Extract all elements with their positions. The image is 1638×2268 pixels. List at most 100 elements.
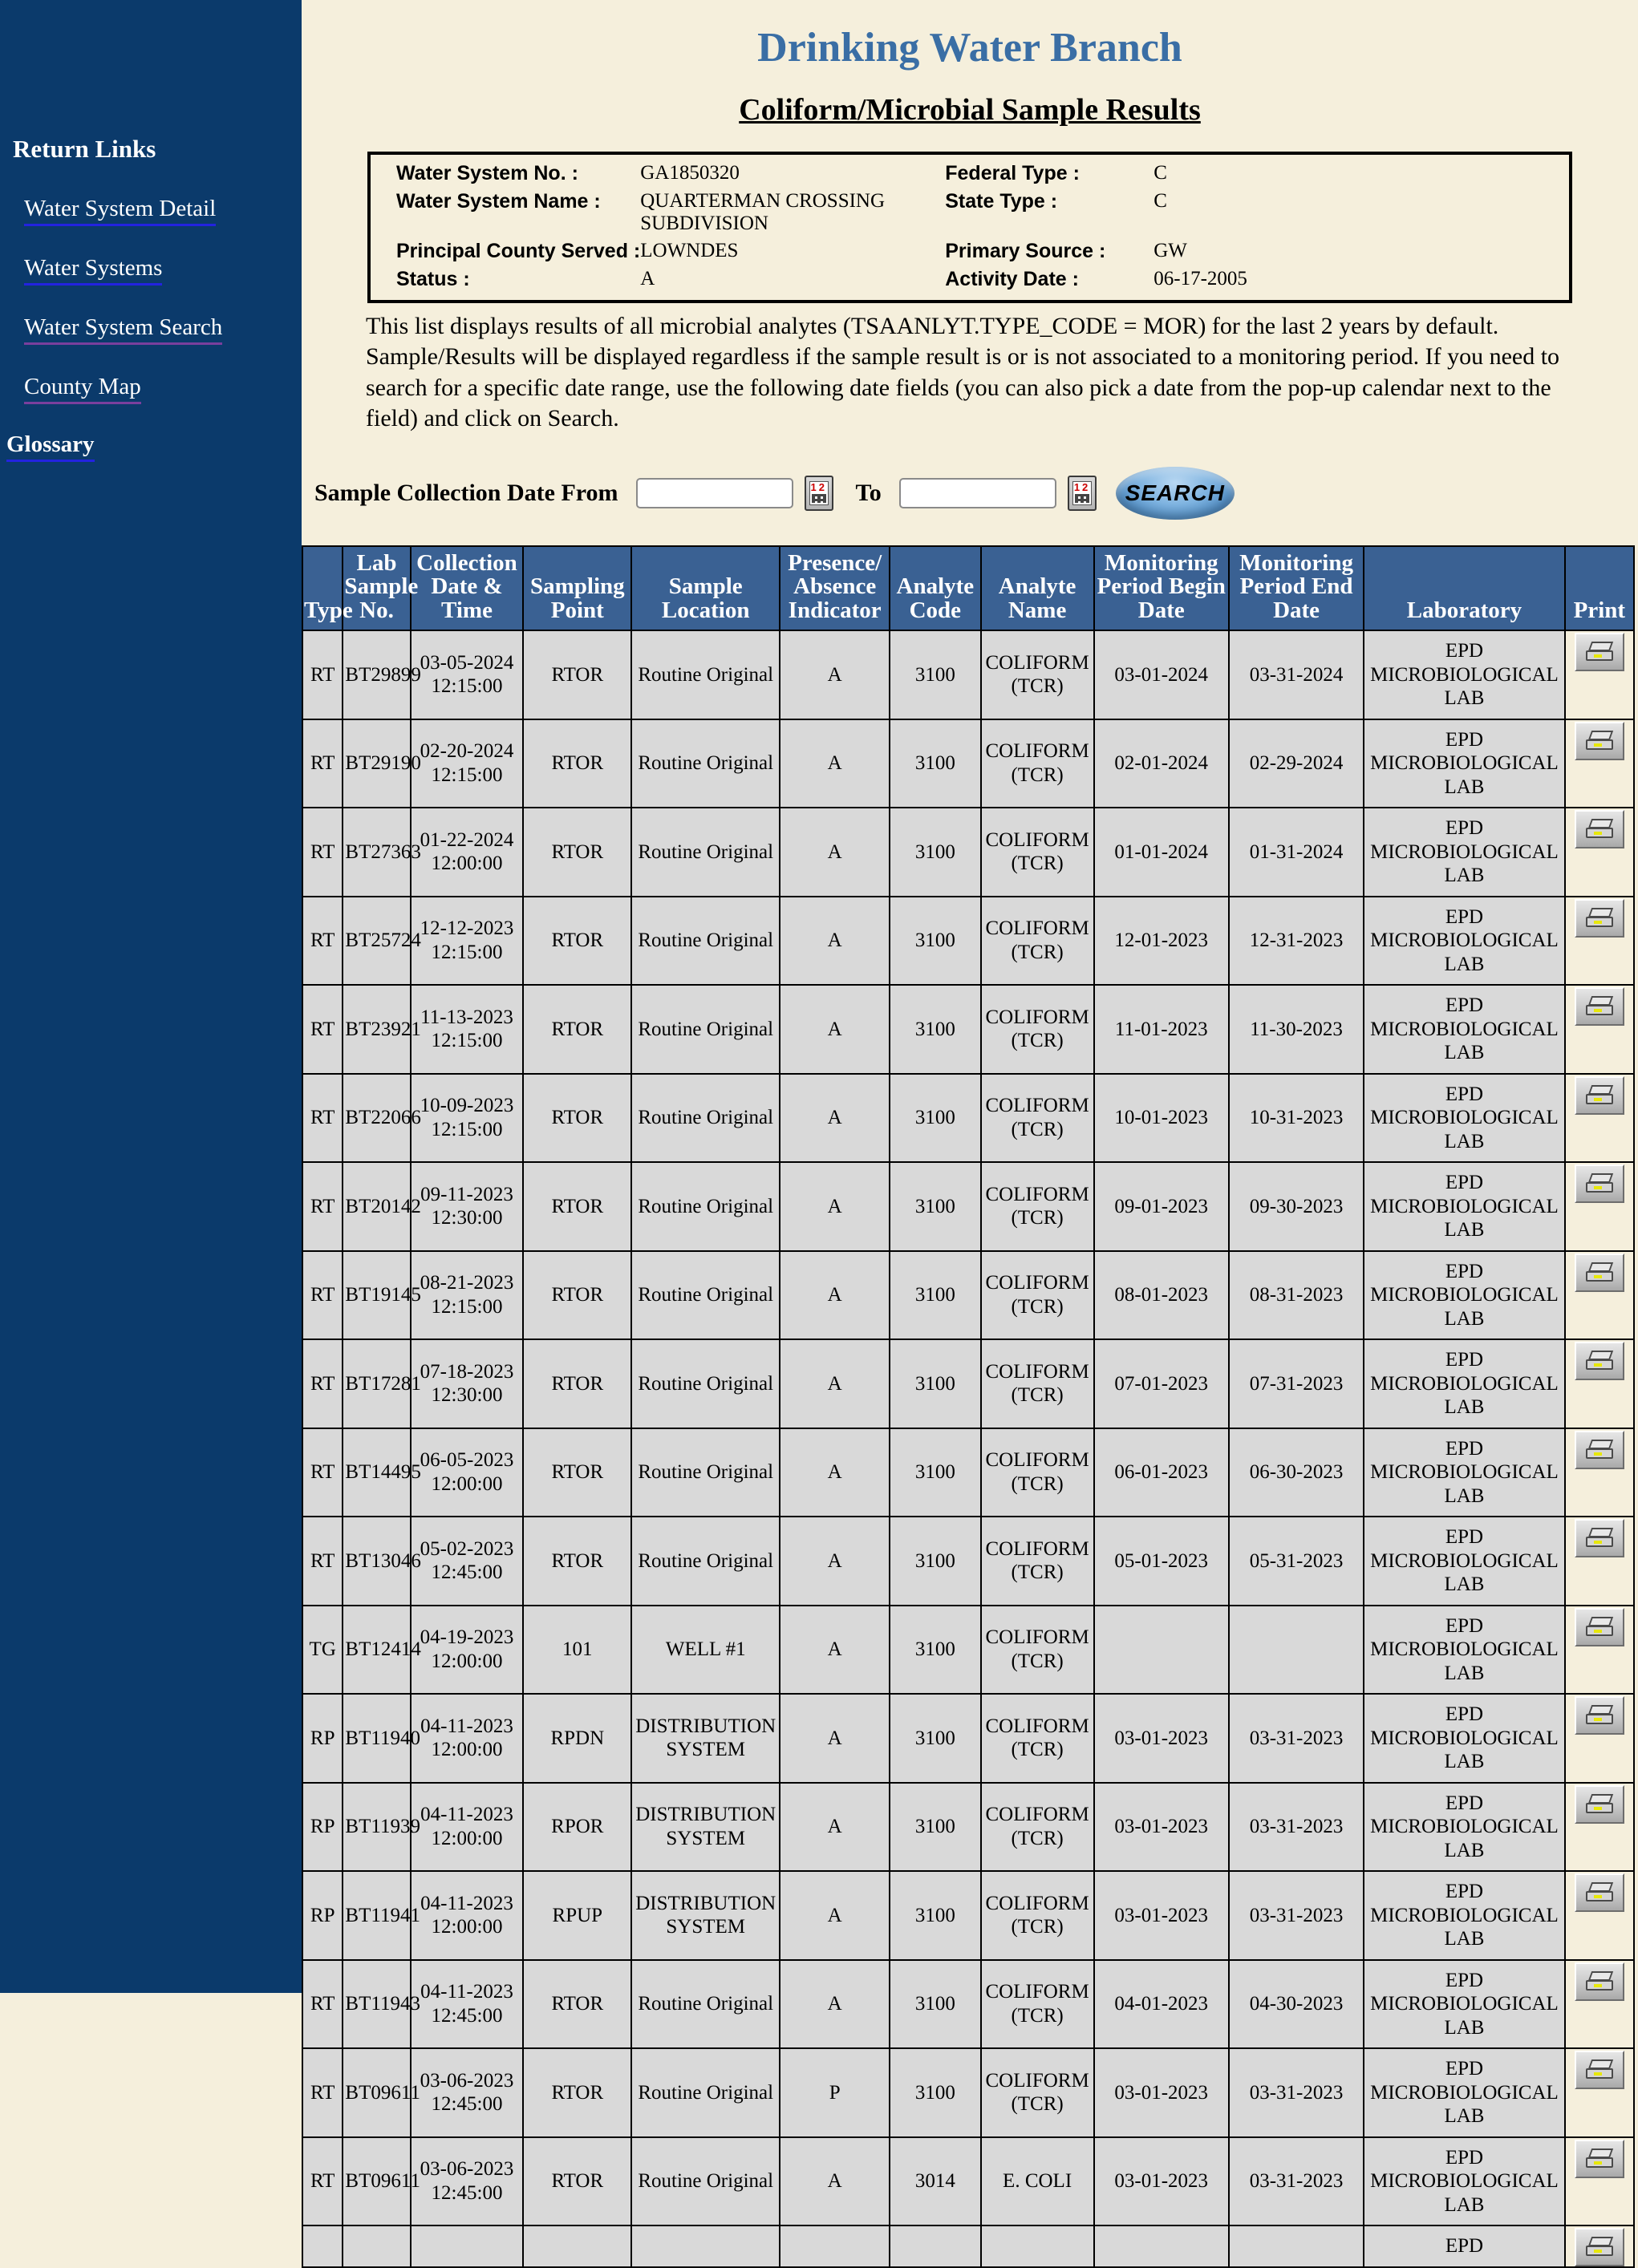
cell-sampling-point: RTOR [524,1074,631,1162]
collection-date: 03-06-2023 [420,2158,514,2181]
collection-time: 12:15:00 [431,763,503,786]
label-primary-source: Primary Source : [945,240,1106,262]
cell-presence-absence-indicator: A [780,1960,890,2048]
cell-print [1565,1340,1633,1428]
cell-mp-end-date: 04-30-2023 [1229,1960,1364,2048]
printer-icon-button[interactable] [1574,721,1624,760]
cell-collection-date-time: 08-21-2023 12:15:00 [411,1251,523,1339]
printer-icon-button[interactable] [1574,1342,1624,1381]
cell-sampling-point: RTOR [524,897,631,985]
collection-date: 07-18-2023 [420,1360,514,1383]
cell-analyte-name: COLIFORM (TCR) [981,897,1093,985]
cell-analyte-name: COLIFORM (TCR) [981,1251,1093,1339]
calendar-icon-to[interactable] [1067,475,1097,511]
sidebar-link-water-system-search[interactable]: Water System Search [24,314,223,345]
collection-date: 01-22-2024 [420,828,514,851]
cell-sampling-point: 101 [524,1606,631,1694]
printer-icon-button[interactable] [1574,2139,1624,2178]
printer-icon-button[interactable] [1574,810,1624,849]
cell-presence-absence-indicator: A [780,631,890,719]
cell-collection-date-time [411,2226,523,2267]
cell-analyte-name: COLIFORM (TCR) [981,631,1093,719]
cell-sample-location: Routine Original [632,897,780,985]
col-print: Print [1565,546,1633,630]
label-federal-type: Federal Type : [945,162,1080,184]
col-sample-location: Sample Location [632,546,780,630]
printer-icon [1587,2059,1614,2070]
calendar-icon-from[interactable] [804,475,833,511]
cell-lab-sample-no: BT20142 [343,1163,421,1250]
cell-mp-begin-date: 03-01-2023 [1094,1783,1228,1871]
collection-time: 12:45:00 [431,2181,503,2204]
cell-collection-date-time: 06-05-2023 12:00:00 [411,1428,523,1517]
cell-analyte-code: 3100 [890,808,980,896]
sidebar-link-county-map[interactable]: County Map [24,374,141,404]
cell-sample-location: Routine Original [632,631,780,719]
cell-analyte-name: COLIFORM (TCR) [981,1872,1093,1959]
printer-icon-button[interactable] [1574,2228,1624,2267]
cell-collection-date-time: 10-09-2023 12:15:00 [411,1074,523,1162]
printer-icon-button[interactable] [1574,2051,1624,2090]
cell-analyte-name: COLIFORM (TCR) [981,1960,1093,2048]
value-water-system-name: QUARTERMAN CROSSING SUBDIVISION [640,190,886,234]
printer-icon-button[interactable] [1574,987,1624,1027]
printer-icon-button[interactable] [1574,1430,1624,1469]
sidebar-link-glossary[interactable]: Glossary [6,431,95,462]
collection-time: 12:00:00 [431,1916,503,1938]
table-row: RT BT14495 06-05-2023 12:00:00 RTOR Routine O… [303,1428,1633,1517]
printer-icon [1587,996,1614,1006]
cell-type: RP [303,1872,343,1959]
printer-icon-button[interactable] [1574,1253,1624,1292]
cell-laboratory: EPD [1364,2226,1564,2267]
sidebar-link-water-systems[interactable]: Water Systems [24,255,163,286]
date-to-input[interactable] [898,477,1056,508]
value-principal-county: LOWNDES [640,240,739,261]
label-water-system-name: Water System Name : [396,190,601,213]
cell-collection-date-time: 04-11-2023 12:45:00 [411,1960,523,2048]
cell-mp-begin-date: 01-01-2024 [1094,808,1228,896]
collection-time: 12:00:00 [431,1739,503,1761]
cell-sample-location: Routine Original [632,2137,780,2225]
printer-icon-button[interactable] [1574,1784,1624,1824]
printer-icon-button[interactable] [1574,1873,1624,1913]
cell-laboratory: EPD MICROBIOLOGICAL LAB [1364,631,1564,719]
printer-icon-button[interactable] [1574,1696,1624,1735]
value-water-system-no: GA1850320 [640,162,740,184]
date-from-input[interactable] [635,477,793,508]
sidebar-link-water-system-detail[interactable]: Water System Detail [24,196,217,226]
printer-icon [1593,1274,1602,1278]
printer-icon [1587,907,1614,917]
cell-sample-location: Routine Original [632,1251,780,1339]
search-button[interactable]: SEARCH [1115,466,1235,520]
cell-mp-begin-date: 03-01-2024 [1094,631,1228,719]
printer-icon-button[interactable] [1574,898,1624,938]
cell-type: RT [303,2049,343,2136]
printer-icon [1593,1629,1602,1633]
cell-collection-date-time: 03-06-2023 12:45:00 [411,2137,523,2225]
cell-mp-end-date: 03-31-2024 [1229,631,1364,719]
label-sample-collection-date-from: Sample Collection Date From [314,479,618,506]
printer-icon-button[interactable] [1574,633,1624,672]
cell-print [1565,808,1633,896]
cell-mp-end-date: 01-31-2024 [1229,808,1364,896]
printer-icon-button[interactable] [1574,1962,1624,2001]
collection-date: 05-02-2023 [420,1537,514,1560]
cell-print [1565,1606,1633,1694]
printer-icon-button[interactable] [1574,1607,1624,1646]
cell-mp-end-date [1229,1606,1364,1694]
printer-icon-button[interactable] [1574,1075,1624,1115]
table-row: RT BT27363 01-22-2024 12:00:00 RTOR Routine O… [303,808,1633,896]
cell-collection-date-time: 12-12-2023 12:15:00 [411,897,523,985]
table-row: TG BT12414 04-19-2023 12:00:00 101 WELL #1 A 31… [303,1606,1633,1694]
cell-sampling-point: RTOR [524,1340,631,1428]
collection-time: 12:00:00 [431,853,503,875]
printer-icon [1593,1895,1602,1899]
printer-icon-button[interactable] [1574,1519,1624,1558]
collection-time: 12:00:00 [431,1827,503,1849]
cell-sampling-point: RPUP [524,1872,631,1959]
cell-sampling-point: RTOR [524,1517,631,1605]
printer-icon [1593,2161,1602,2165]
printer-icon-button[interactable] [1574,1164,1624,1204]
cell-presence-absence-indicator: A [780,1695,890,1782]
cell-type: RT [303,808,343,896]
